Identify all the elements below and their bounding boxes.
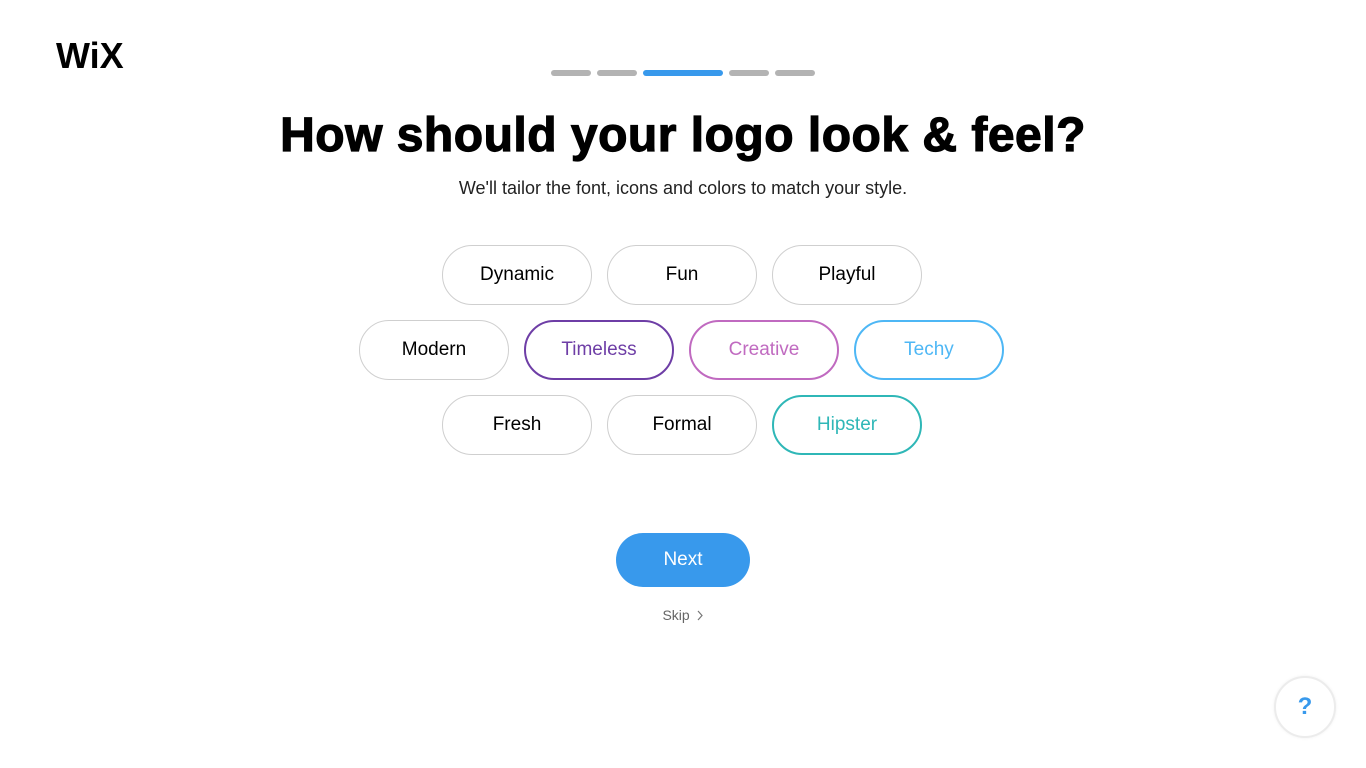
style-option-fresh[interactable]: Fresh [442,395,592,455]
style-option-formal[interactable]: Formal [607,395,757,455]
style-option-label: Fresh [492,414,542,435]
progress-step-3-current [643,70,723,76]
style-option-label: Hipster [816,414,878,435]
page-subtitle: We'll tailor the font, icons and colors … [458,178,908,198]
style-option-techy[interactable]: Techy [854,320,1004,380]
progress-step-4 [729,70,769,76]
style-option-label: Formal [652,414,712,435]
skip-link[interactable]: Skip [662,607,703,623]
help-button[interactable]: ? [1274,676,1336,738]
style-option-label: Timeless [561,339,637,360]
page-title: How should your logo look & feel? [279,108,1086,162]
style-option-label: Techy [904,339,954,360]
style-option-creative[interactable]: Creative [689,320,839,380]
progress-step-1 [551,70,591,76]
wix-logo[interactable]: WiX [56,36,124,76]
style-option-label: Playful [818,264,876,285]
style-option-playful[interactable]: Playful [772,245,922,305]
progress-indicator [551,70,815,76]
question-mark-icon: ? [1297,693,1313,720]
style-option-label: Creative [728,339,800,360]
style-option-hipster[interactable]: Hipster [772,395,922,455]
skip-label: Skip [662,607,690,623]
style-option-dynamic[interactable]: Dynamic [442,245,592,305]
progress-step-5 [775,70,815,76]
style-option-label: Dynamic [480,264,554,285]
style-option-label: Modern [401,339,467,360]
style-option-timeless[interactable]: Timeless [524,320,674,380]
style-option-fun[interactable]: Fun [607,245,757,305]
style-option-modern[interactable]: Modern [359,320,509,380]
progress-step-2 [597,70,637,76]
style-option-label: Fun [665,264,699,285]
chevron-right-icon [697,610,703,621]
next-button[interactable]: Next [616,533,750,587]
